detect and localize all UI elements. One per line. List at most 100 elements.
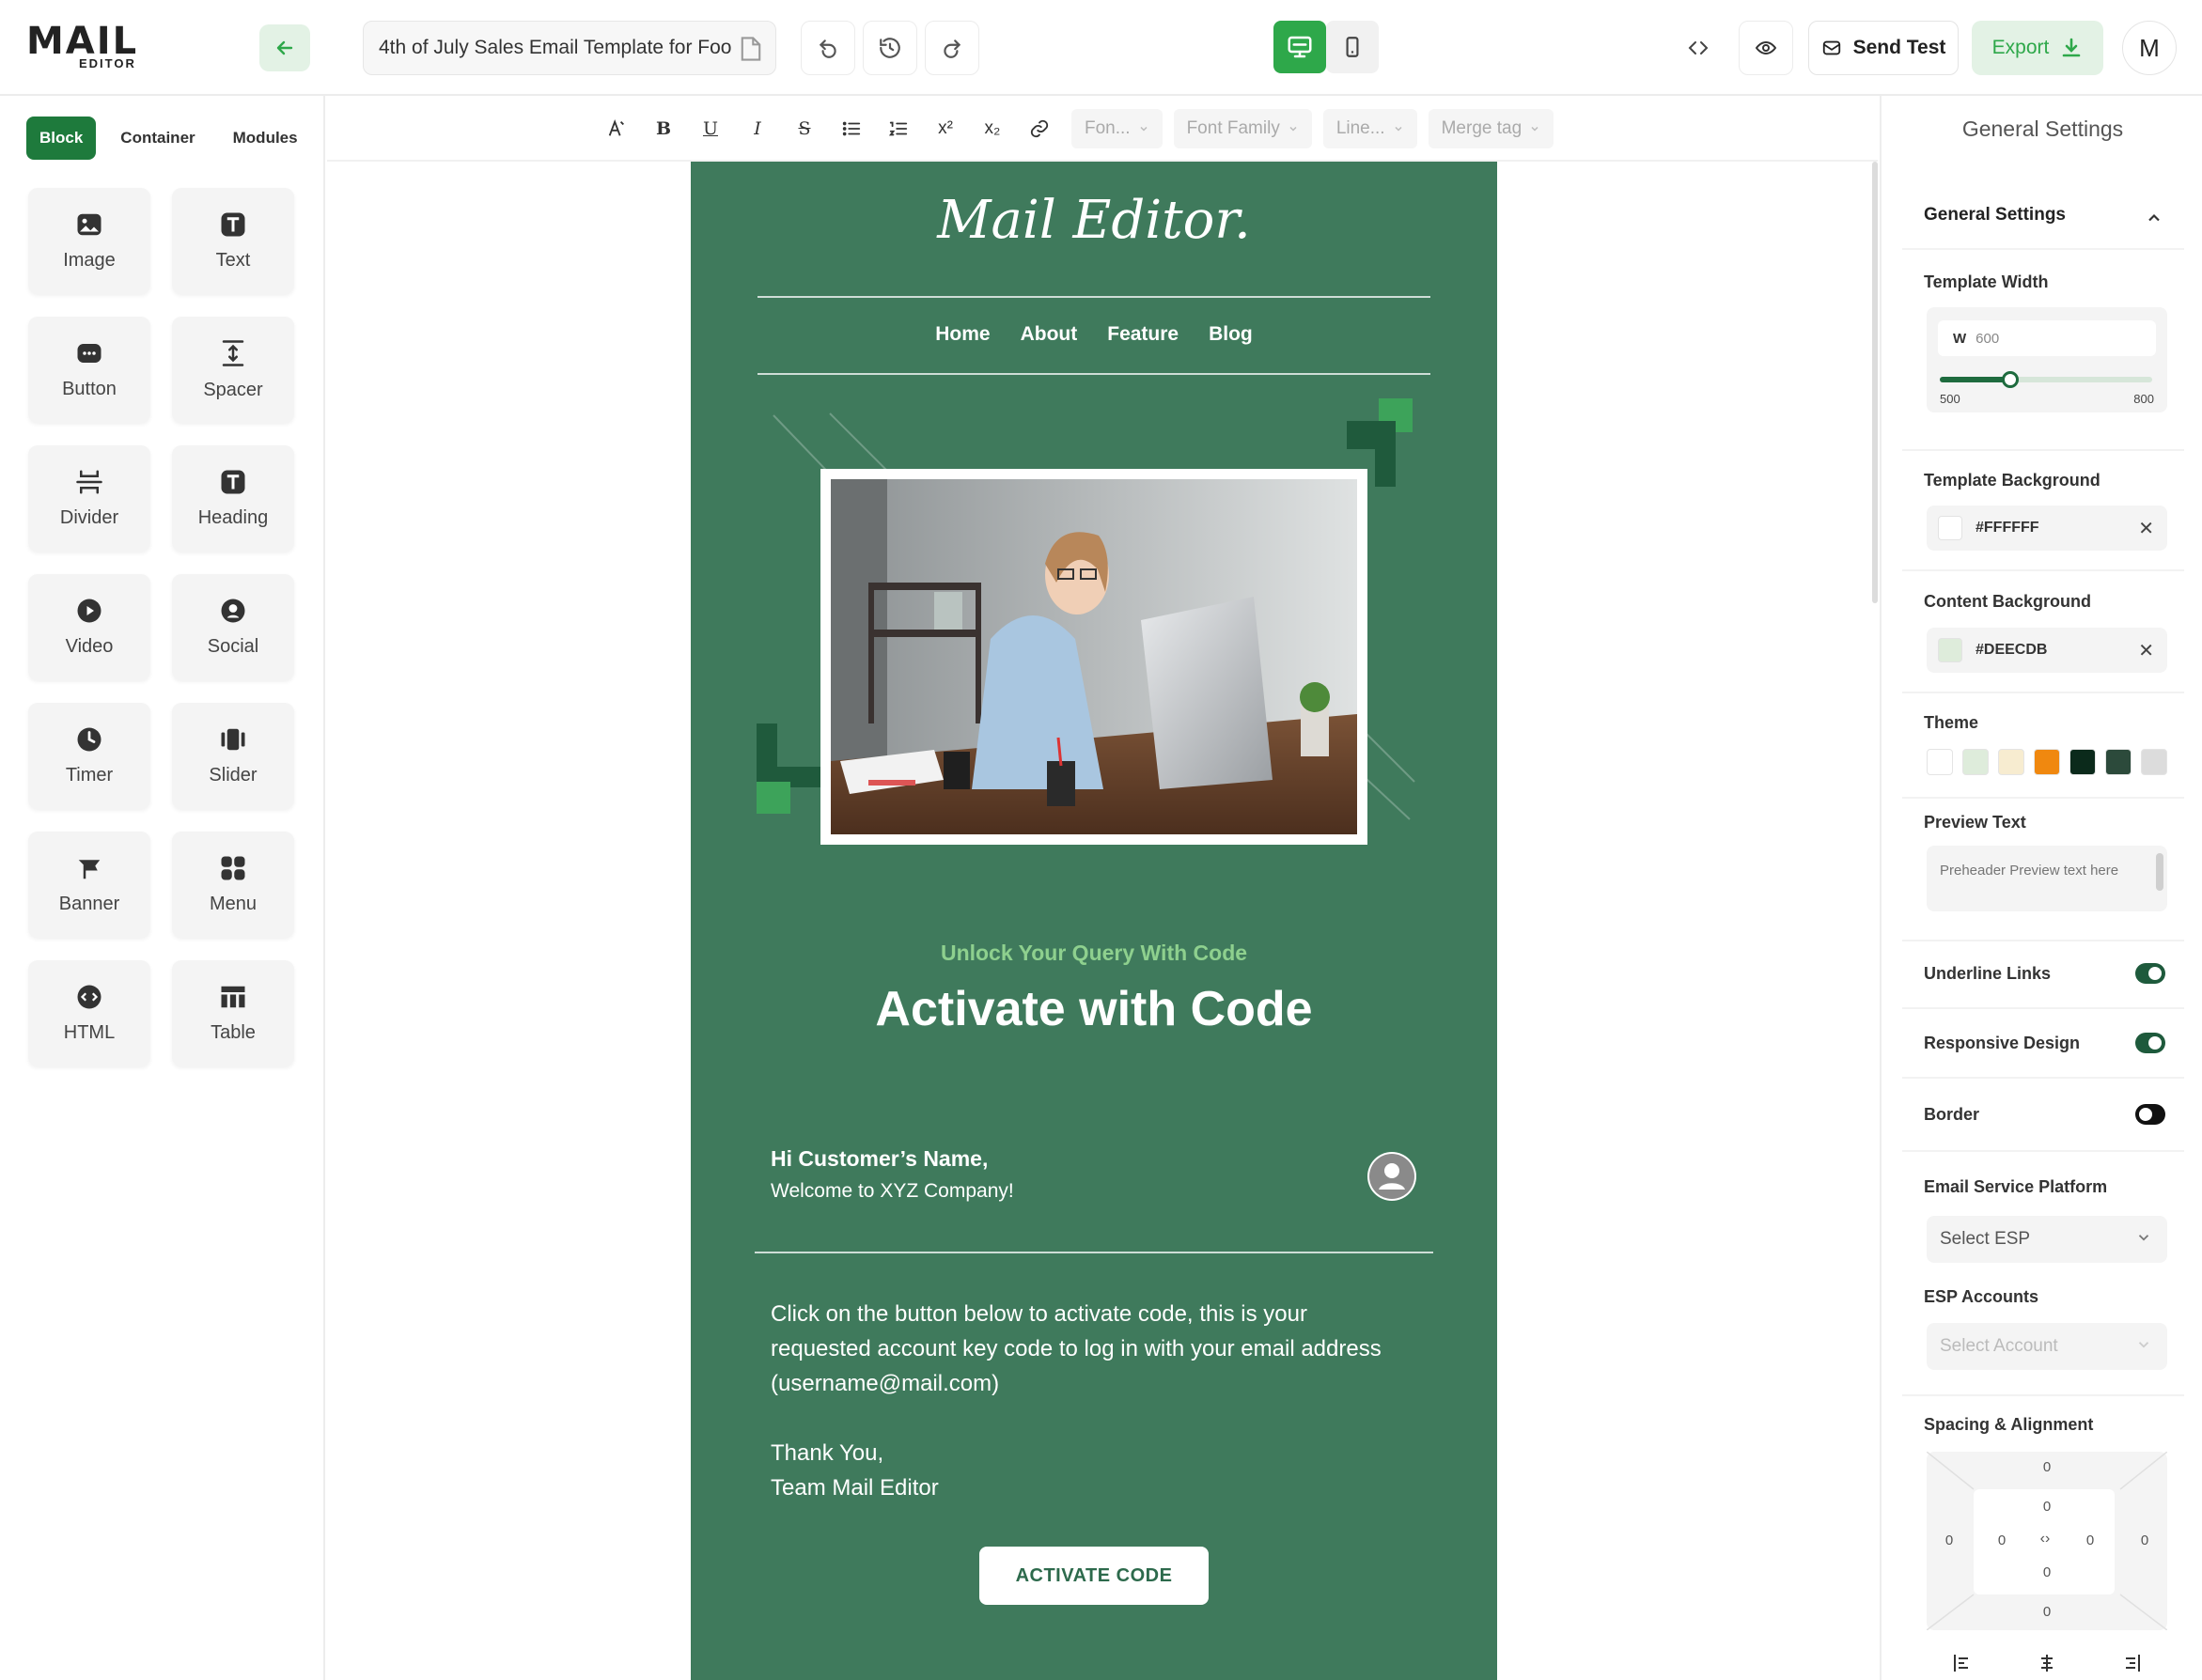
superscript-button[interactable]: x² bbox=[925, 109, 966, 148]
link-button[interactable] bbox=[1019, 109, 1060, 148]
block-table[interactable]: Table bbox=[172, 960, 294, 1066]
activate-code-button[interactable]: ACTIVATE CODE bbox=[979, 1547, 1209, 1605]
email-nav-home[interactable]: Home bbox=[935, 323, 990, 346]
block-social[interactable]: Social bbox=[172, 574, 294, 680]
underline-links-toggle[interactable] bbox=[2135, 963, 2165, 984]
template-width-slider[interactable] bbox=[1940, 371, 2152, 388]
canvas-scrollbar[interactable] bbox=[1872, 162, 1878, 603]
user-avatar[interactable]: M bbox=[2122, 21, 2177, 75]
strikethrough-button[interactable]: S bbox=[784, 109, 825, 148]
block-spacer[interactable]: Spacer bbox=[172, 317, 294, 423]
margin-top-value[interactable]: 0 bbox=[2038, 1459, 2056, 1475]
esp-select[interactable]: Select ESP bbox=[1927, 1216, 2167, 1263]
eye-icon bbox=[1755, 40, 1777, 55]
bold-button[interactable]: B bbox=[643, 109, 684, 148]
tab-block[interactable]: Block bbox=[26, 117, 97, 160]
theme-swatch-grey[interactable] bbox=[2141, 749, 2167, 775]
email-logo[interactable]: Mail Editor. bbox=[691, 190, 1497, 251]
numbered-list-button[interactable] bbox=[878, 109, 919, 148]
save-document-icon[interactable] bbox=[738, 35, 764, 63]
block-heading[interactable]: Heading bbox=[172, 445, 294, 552]
desktop-view-button[interactable] bbox=[1273, 21, 1326, 73]
padding-left-value[interactable]: 0 bbox=[1992, 1532, 2011, 1548]
email-headline[interactable]: Activate with Code bbox=[691, 981, 1497, 1037]
email-nav-blog[interactable]: Blog bbox=[1209, 323, 1253, 346]
margin-bottom-value[interactable]: 0 bbox=[2038, 1604, 2056, 1620]
padding-top-value[interactable]: 0 bbox=[2038, 1499, 2056, 1515]
email-nav-about[interactable]: About bbox=[1021, 323, 1078, 346]
content-background-input[interactable]: #DEECDB ✕ bbox=[1927, 628, 2167, 673]
export-button[interactable]: Export bbox=[1972, 21, 2103, 75]
email-subheadline[interactable]: Unlock Your Query With Code bbox=[691, 941, 1497, 966]
app-logo[interactable]: MAIL EDITOR bbox=[26, 23, 148, 70]
theme-swatch-dark-green[interactable] bbox=[2105, 749, 2132, 775]
template-title-field[interactable]: 4th of July Sales Email Template for Foo… bbox=[363, 21, 776, 75]
font-size-dropdown[interactable]: Fon... bbox=[1071, 109, 1163, 148]
block-text[interactable]: Text bbox=[172, 188, 294, 294]
theme-swatch-white[interactable] bbox=[1927, 749, 1953, 775]
margin-left-value[interactable]: 0 bbox=[1940, 1532, 1959, 1548]
theme-swatch-mint[interactable] bbox=[1962, 749, 1989, 775]
margin-right-value[interactable]: 0 bbox=[2135, 1532, 2154, 1548]
text-color-button[interactable] bbox=[596, 109, 637, 148]
email-template[interactable]: Mail Editor. Home About Feature Blog Unl… bbox=[691, 162, 1497, 1680]
block-html[interactable]: HTML bbox=[28, 960, 150, 1066]
greeting-subtext[interactable]: Welcome to XYZ Company! bbox=[771, 1180, 1014, 1203]
tab-container[interactable]: Container bbox=[107, 117, 209, 160]
preview-button[interactable] bbox=[1739, 21, 1793, 75]
subscript-button[interactable]: x₂ bbox=[972, 109, 1013, 148]
greeting-name[interactable]: Hi Customer’s Name, bbox=[771, 1146, 988, 1172]
block-divider[interactable]: Divider bbox=[28, 445, 150, 552]
responsive-design-toggle[interactable] bbox=[2135, 1033, 2165, 1053]
preview-text-input[interactable] bbox=[1927, 846, 2152, 894]
slider-handle[interactable] bbox=[2002, 371, 2020, 388]
back-button[interactable] bbox=[259, 24, 310, 71]
align-left-icon[interactable] bbox=[1951, 1652, 1974, 1674]
theme-swatch-cream[interactable] bbox=[1998, 749, 2024, 775]
font-family-dropdown[interactable]: Font Family bbox=[1173, 109, 1312, 148]
theme-swatch-orange[interactable] bbox=[2034, 749, 2060, 775]
clear-content-background-icon[interactable]: ✕ bbox=[2138, 639, 2154, 662]
align-center-icon[interactable] bbox=[2036, 1652, 2058, 1674]
tab-modules[interactable]: Modules bbox=[219, 117, 311, 160]
chevron-up-icon[interactable] bbox=[2145, 209, 2163, 227]
email-signoff[interactable]: Thank You, Team Mail Editor bbox=[771, 1436, 939, 1505]
format-toolbar-buttons: B U I S x² x₂ Fon... Font Family Line...… bbox=[596, 109, 1554, 148]
block-video[interactable]: Video bbox=[28, 574, 150, 680]
preview-text-scrollbar[interactable] bbox=[2156, 853, 2163, 891]
hero-image-frame[interactable] bbox=[820, 469, 1367, 845]
link-spacing-icon[interactable]: ‹› bbox=[2036, 1531, 2054, 1548]
block-timer[interactable]: Timer bbox=[28, 703, 150, 809]
undo-button[interactable] bbox=[801, 21, 855, 75]
line-height-dropdown[interactable]: Line... bbox=[1322, 109, 1417, 148]
esp-account-select[interactable]: Select Account bbox=[1927, 1323, 2167, 1370]
block-button[interactable]: Button bbox=[28, 317, 150, 423]
block-menu[interactable]: Menu bbox=[172, 832, 294, 938]
history-button[interactable] bbox=[863, 21, 917, 75]
clear-template-background-icon[interactable]: ✕ bbox=[2138, 517, 2154, 540]
underline-button[interactable]: U bbox=[690, 109, 731, 148]
mobile-view-button[interactable] bbox=[1326, 21, 1379, 73]
align-right-icon[interactable] bbox=[2120, 1652, 2143, 1674]
padding-bottom-value[interactable]: 0 bbox=[2038, 1564, 2056, 1580]
general-settings-header[interactable]: General Settings bbox=[1902, 184, 2184, 250]
template-background-input[interactable]: #FFFFFF ✕ bbox=[1927, 506, 2167, 551]
email-body-text[interactable]: Click on the button below to activate co… bbox=[771, 1297, 1410, 1401]
template-width-input[interactable]: W 600 bbox=[1938, 320, 2156, 356]
border-toggle[interactable] bbox=[2135, 1104, 2165, 1125]
padding-right-value[interactable]: 0 bbox=[2081, 1532, 2100, 1548]
email-nav-feature[interactable]: Feature bbox=[1107, 323, 1179, 346]
send-test-button[interactable]: Send Test bbox=[1808, 21, 1959, 75]
bullet-list-button[interactable] bbox=[831, 109, 872, 148]
block-image[interactable]: Image bbox=[28, 188, 150, 294]
content-background-swatch[interactable] bbox=[1938, 638, 1962, 662]
redo-button[interactable] bbox=[925, 21, 979, 75]
block-banner[interactable]: Banner bbox=[28, 832, 150, 938]
block-slider[interactable]: Slider bbox=[172, 703, 294, 809]
code-view-button[interactable] bbox=[1671, 21, 1726, 75]
theme-swatch-black-green[interactable] bbox=[2069, 749, 2096, 775]
italic-button[interactable]: I bbox=[737, 109, 778, 148]
template-background-swatch[interactable] bbox=[1938, 516, 1962, 540]
merge-tag-dropdown[interactable]: Merge tag bbox=[1428, 109, 1554, 148]
esp-select-value: Select ESP bbox=[1940, 1229, 2031, 1249]
